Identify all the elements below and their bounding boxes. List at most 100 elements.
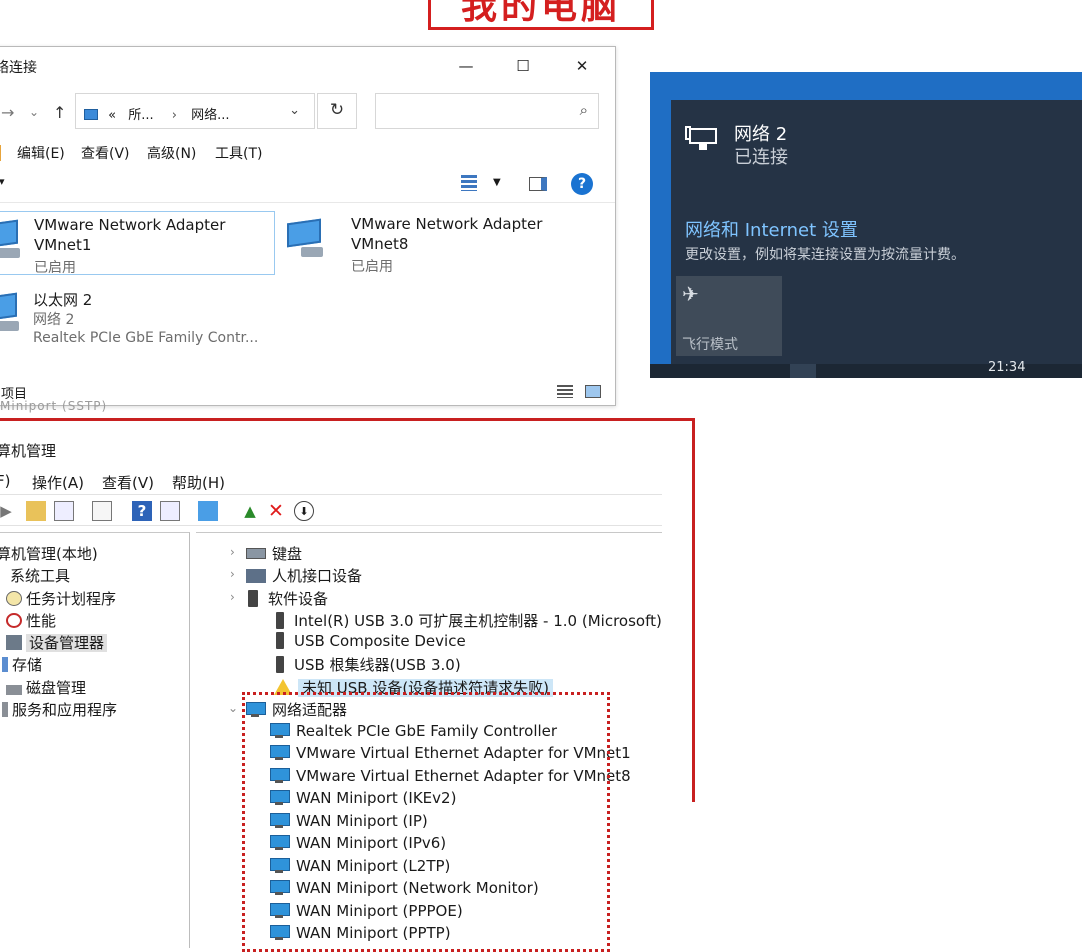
device-label: USB 根集线器(USB 3.0) bbox=[294, 656, 461, 674]
software-device-icon bbox=[248, 590, 258, 607]
help-icon[interactable]: ? bbox=[571, 173, 593, 195]
preview-pane-icon[interactable] bbox=[529, 177, 547, 191]
adapter-subname: VMnet1 bbox=[34, 236, 92, 254]
tree-task-scheduler[interactable]: 任务计划程序 bbox=[6, 588, 116, 609]
airplane-mode-tile[interactable]: ✈ 飞行模式 bbox=[676, 276, 782, 356]
tree-system-tools[interactable]: 系统工具 bbox=[10, 565, 70, 586]
forward-arrow-icon[interactable]: → bbox=[1, 103, 14, 122]
device-manager-icon bbox=[6, 635, 22, 650]
usb-device-intel[interactable]: Intel(R) USB 3.0 可扩展主机控制器 - 1.0 (Microso… bbox=[270, 610, 662, 631]
usb-icon bbox=[276, 612, 284, 629]
banner-text: 我的电脑 bbox=[460, 0, 621, 27]
usb-device-composite[interactable]: USB Composite Device bbox=[270, 632, 466, 650]
storage-icon bbox=[2, 657, 8, 672]
help-icon[interactable]: ? bbox=[132, 501, 152, 521]
address-bar-row: → ⌄ ↑ « 所... › 网络... ⌄ ↻ ⌕ bbox=[0, 93, 615, 133]
window-title: 络连接 bbox=[0, 60, 37, 76]
adapter-vmnet8[interactable]: VMware Network Adapter VMnet8 已启用 bbox=[285, 211, 575, 275]
uninstall-icon[interactable]: ✕ bbox=[266, 501, 286, 521]
disk-icon bbox=[6, 685, 22, 695]
expand-chevron-icon[interactable]: › bbox=[230, 567, 235, 581]
network-folder-icon bbox=[84, 109, 98, 120]
tree-label: 服务和应用程序 bbox=[12, 701, 118, 719]
up-folder-icon[interactable] bbox=[26, 501, 46, 521]
device-label: Intel(R) USB 3.0 可扩展主机控制器 - 1.0 (Microso… bbox=[294, 612, 662, 630]
action-pane-icon[interactable] bbox=[160, 501, 180, 521]
close-button[interactable]: ✕ bbox=[573, 57, 591, 75]
tree-label: 存储 bbox=[12, 656, 43, 674]
annotation-dotted-box bbox=[242, 692, 610, 952]
menu-tools[interactable]: 工具(T) bbox=[215, 143, 262, 163]
usb-icon bbox=[276, 632, 284, 649]
cut-off-text: Miniport (SSTP) bbox=[0, 399, 108, 413]
window-title: 算机管理 bbox=[0, 442, 57, 460]
scan-hardware-icon[interactable] bbox=[198, 501, 218, 521]
forward-icon[interactable]: ▶ bbox=[0, 501, 16, 521]
adapter-ethernet2[interactable]: 以太网 2 网络 2 Realtek PCIe GbE Family Contr… bbox=[0, 285, 295, 349]
expand-chevron-icon[interactable]: › bbox=[230, 545, 235, 559]
breadcrumb-overflow[interactable]: « bbox=[108, 108, 116, 123]
command-bar: ▾ ▼ ? bbox=[0, 165, 615, 203]
collapse-chevron-icon[interactable]: ⌄ bbox=[228, 701, 238, 715]
menu-action[interactable]: 操作(A) bbox=[32, 472, 84, 493]
taskbar-clock[interactable]: 21:34 bbox=[988, 360, 1025, 375]
recent-chevron-icon[interactable]: ⌄ bbox=[29, 105, 39, 119]
tree-label: 设备管理器 bbox=[26, 634, 108, 652]
disable-device-icon[interactable]: ⬇ bbox=[294, 501, 314, 521]
tree-device-manager[interactable]: 设备管理器 bbox=[6, 632, 108, 653]
view-dropdown-icon[interactable]: ▼ bbox=[493, 177, 501, 188]
taskbar-button[interactable] bbox=[790, 364, 816, 378]
network-settings-link[interactable]: 网络和 Internet 设置 bbox=[685, 216, 858, 242]
refresh-button[interactable]: ↻ bbox=[317, 93, 357, 129]
services-icon bbox=[2, 702, 8, 717]
category-hid[interactable]: 人机接口设备 bbox=[246, 565, 362, 586]
usb-device-root-hub[interactable]: USB 根集线器(USB 3.0) bbox=[270, 654, 461, 675]
menu-edit[interactable]: 编辑(E) bbox=[17, 143, 65, 163]
tree-storage[interactable]: 存储 bbox=[2, 654, 42, 675]
tree-services-apps[interactable]: 服务和应用程序 bbox=[2, 699, 117, 720]
menu-advanced[interactable]: 高级(N) bbox=[147, 143, 196, 163]
search-icon: ⌕ bbox=[579, 101, 588, 119]
show-hide-tree-icon[interactable] bbox=[54, 501, 74, 521]
view-options-icon[interactable] bbox=[461, 175, 477, 191]
breadcrumb-network[interactable]: 网络... bbox=[191, 108, 229, 123]
expand-chevron-icon[interactable]: › bbox=[230, 590, 235, 604]
category-keyboard[interactable]: 键盘 bbox=[246, 543, 302, 564]
organize-chevron-icon[interactable]: ▾ bbox=[0, 175, 5, 188]
adapter-device: Realtek PCIe GbE Family Contr... bbox=[33, 330, 259, 346]
network-adapter-icon bbox=[0, 291, 23, 331]
tree-performance[interactable]: 性能 bbox=[6, 610, 56, 631]
up-arrow-icon[interactable]: ↑ bbox=[53, 103, 66, 122]
update-driver-icon[interactable]: ▲ bbox=[240, 501, 260, 521]
tree-disk-management[interactable]: 磁盘管理 bbox=[6, 677, 86, 698]
network-adapter-icon bbox=[285, 217, 327, 257]
tree-label: 磁盘管理 bbox=[26, 679, 87, 697]
breadcrumb-all[interactable]: 所... bbox=[128, 108, 153, 123]
menu-view[interactable]: 查看(V) bbox=[81, 143, 130, 163]
address-dropdown-icon[interactable]: ⌄ bbox=[289, 103, 300, 118]
adapter-vmnet1[interactable]: VMware Network Adapter VMnet1 已启用 bbox=[0, 211, 275, 276]
network-connections-window: 络连接 — ☐ ✕ → ⌄ ↑ « 所... › 网络... ⌄ ↻ ⌕ 编辑(… bbox=[0, 46, 616, 406]
maximize-button[interactable]: ☐ bbox=[514, 57, 532, 75]
adapter-name: VMware Network Adapter bbox=[34, 216, 226, 234]
category-label: 软件设备 bbox=[268, 590, 329, 608]
details-view-icon[interactable] bbox=[557, 385, 573, 398]
address-box[interactable]: « 所... › 网络... ⌄ bbox=[75, 93, 315, 129]
menu-help[interactable]: 帮助(H) bbox=[172, 472, 225, 493]
usb-icon bbox=[276, 656, 284, 673]
breadcrumb-separator-icon: › bbox=[171, 108, 177, 123]
search-input[interactable]: ⌕ bbox=[375, 93, 599, 129]
file-menu-fragment-icon bbox=[0, 145, 1, 161]
minimize-button[interactable]: — bbox=[457, 57, 475, 75]
taskbar: 21:34 bbox=[650, 360, 1082, 378]
large-icons-view-icon[interactable] bbox=[585, 385, 601, 398]
adapter-subname: VMnet8 bbox=[351, 235, 409, 253]
tree-root[interactable]: 算机管理(本地) bbox=[0, 543, 98, 564]
menu-view[interactable]: 查看(V) bbox=[102, 472, 154, 493]
tree-label: 性能 bbox=[26, 612, 57, 630]
category-software-devices[interactable]: 软件设备 bbox=[246, 588, 328, 609]
airplane-icon: ✈ bbox=[682, 282, 699, 306]
properties-icon[interactable] bbox=[92, 501, 112, 521]
adapter-state: 已启用 bbox=[351, 259, 393, 275]
menu-file[interactable]: F) bbox=[0, 472, 10, 490]
